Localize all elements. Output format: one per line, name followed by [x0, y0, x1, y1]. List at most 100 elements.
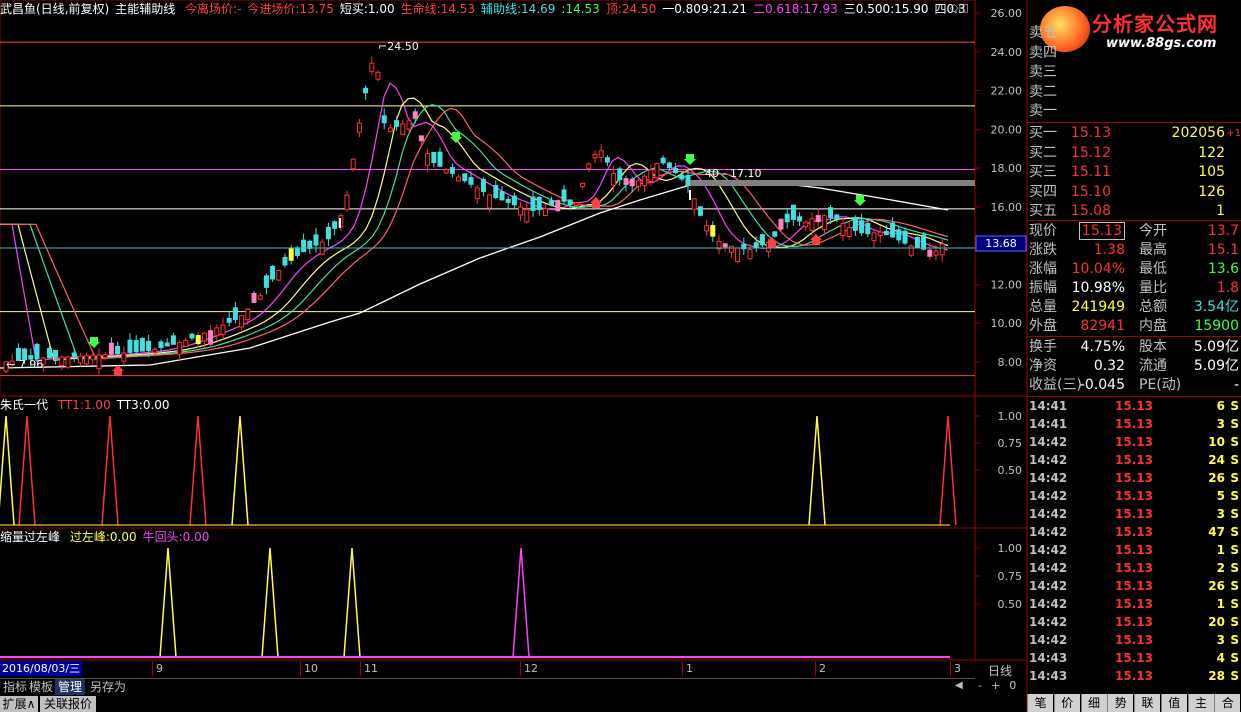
bid-row[interactable]: 买三 15.11 105 — [1027, 163, 1241, 182]
tick-volume: 10 — [1208, 435, 1225, 449]
tick-direction: S — [1230, 399, 1239, 413]
quote-label: 换手 — [1029, 339, 1057, 355]
quote-value-2: 1.8 — [1216, 280, 1239, 296]
tab-template[interactable]: 模板 — [26, 679, 56, 695]
related-quote-button[interactable]: 关联报价 — [40, 696, 96, 712]
tab-scroll-buttons[interactable]: ◀ — [955, 680, 963, 691]
ask-label: 卖五 — [1029, 25, 1057, 41]
panel-view-button[interactable]: 势 — [1107, 694, 1134, 712]
candle-body — [542, 208, 548, 216]
sub1-signal-peaks — [0, 415, 957, 526]
candle-body — [567, 199, 573, 205]
period-controls[interactable]: -+0 — [978, 679, 1025, 692]
bid-quote-divider — [1027, 220, 1241, 221]
header-item-value: 15.90 — [894, 2, 929, 16]
bid-row[interactable]: 买二 15.12 122 — [1027, 144, 1241, 163]
panel-view-button[interactable]: 主 — [1187, 694, 1214, 712]
candle-body — [356, 122, 362, 133]
indicator-name[interactable]: 主能辅助线 — [115, 2, 175, 16]
tick-direction: S — [1230, 453, 1239, 467]
candle-body — [524, 209, 530, 223]
small-square-icon[interactable]: □ — [958, 1, 968, 14]
candle-body — [449, 166, 455, 174]
header-window-controls[interactable]: ◇□ — [950, 1, 969, 14]
panel-view-button[interactable]: 值 — [1160, 694, 1187, 712]
scroll-left-icon[interactable]: ◀ — [955, 680, 963, 691]
header-item-label: 顶: — [605, 2, 622, 16]
reset-icon[interactable]: 0 — [1009, 679, 1025, 692]
tick-price: 15.13 — [1115, 417, 1153, 431]
signal-peak — [0, 415, 15, 526]
header-item-label: 一0.809: — [662, 2, 713, 16]
ask-row[interactable]: 卖五 — [1027, 24, 1241, 43]
quote-value: 4.75% — [1080, 339, 1125, 355]
quote-label: 总量 — [1029, 299, 1057, 315]
period-label[interactable]: 日线 — [988, 662, 1012, 679]
candle-body — [890, 222, 896, 238]
candle-body — [53, 349, 59, 358]
signal-peak — [231, 415, 249, 526]
sub-scale-label: 0.75 — [998, 570, 1023, 583]
candle-body — [896, 229, 902, 241]
candle-body — [251, 292, 257, 303]
sub1-item-value: 0.00 — [142, 398, 170, 412]
stock-title[interactable]: 武昌鱼(日线,前复权) — [0, 2, 109, 16]
low-annotation: ← 7.96 — [6, 358, 44, 371]
ask-row[interactable]: 卖二 — [1027, 83, 1241, 102]
candle-body — [270, 265, 276, 280]
candle-body — [617, 168, 623, 181]
minus-icon[interactable]: - — [978, 679, 991, 692]
price-label: 16.00 — [991, 201, 1023, 214]
panel-view-button[interactable]: 笔 — [1027, 694, 1053, 712]
panel-view-button[interactable]: 合 — [1214, 694, 1241, 712]
tab-save-as[interactable]: 另存为 — [87, 679, 129, 695]
tick-volume: 26 — [1208, 471, 1225, 485]
candle-body — [133, 340, 139, 353]
candle-body — [350, 158, 356, 170]
tick-row: 14:42 15.13 26 S — [1027, 577, 1241, 595]
bid-price: 15.08 — [1070, 203, 1111, 219]
bid-row[interactable]: 买五 15.08 1 — [1027, 202, 1241, 221]
sub1-item-label: TT3: — [116, 398, 143, 412]
tick-price: 15.13 — [1115, 435, 1153, 449]
candle-body — [183, 339, 189, 347]
candle-body — [487, 194, 493, 209]
sub2-title[interactable]: 缩量过左峰 — [0, 530, 60, 544]
signal-peak — [939, 415, 957, 526]
expand-button[interactable]: 扩展∧ — [0, 696, 38, 712]
mid-annotation: 40 - 17.10 — [705, 167, 762, 180]
candle-body — [220, 324, 226, 335]
bid-row[interactable]: 买四 15.10 126 — [1027, 183, 1241, 202]
candle-body — [629, 178, 635, 187]
panel-view-button[interactable]: 联 — [1134, 694, 1160, 712]
ask-row[interactable]: 卖一 — [1027, 102, 1241, 121]
candle-body — [580, 182, 586, 187]
sub2-item-1: 牛回头:0.00 — [143, 530, 210, 544]
bid-label: 买四 — [1029, 183, 1057, 200]
ask-row[interactable]: 卖三 — [1027, 63, 1241, 82]
tick-direction: S — [1230, 633, 1239, 647]
candle-body — [77, 355, 83, 364]
header-item-value: 1.00 — [367, 2, 395, 16]
tab-manage[interactable]: 管理 — [55, 679, 86, 695]
candle-body — [592, 154, 598, 159]
candle-body — [759, 234, 765, 246]
panel-view-button[interactable]: 价 — [1053, 694, 1080, 712]
price-axis: 26.00 24.00 22.00 20.00 18.00 16.00 12.00 10.00… — [975, 7, 1022, 369]
candle-body — [288, 248, 294, 261]
ask-row[interactable]: 卖四 — [1027, 44, 1241, 63]
candle-body — [604, 157, 610, 163]
sub2-item-label: 过左峰: — [69, 530, 110, 544]
candle-body — [654, 162, 660, 179]
price-label: 8.00 — [998, 356, 1023, 369]
resistance-band — [690, 180, 975, 186]
bid-row[interactable]: 买一 15.13 202056 +1 — [1027, 124, 1241, 143]
quote-label: 收益(三) — [1029, 377, 1082, 393]
panel-view-button[interactable]: 细 — [1080, 694, 1107, 712]
candle-body — [747, 249, 753, 260]
sub1-title[interactable]: 朱氏一代 — [0, 398, 48, 412]
plus-icon[interactable]: + — [991, 679, 1009, 692]
candle-body — [852, 217, 858, 231]
signal-peak — [101, 415, 119, 526]
candle-body — [642, 175, 648, 187]
